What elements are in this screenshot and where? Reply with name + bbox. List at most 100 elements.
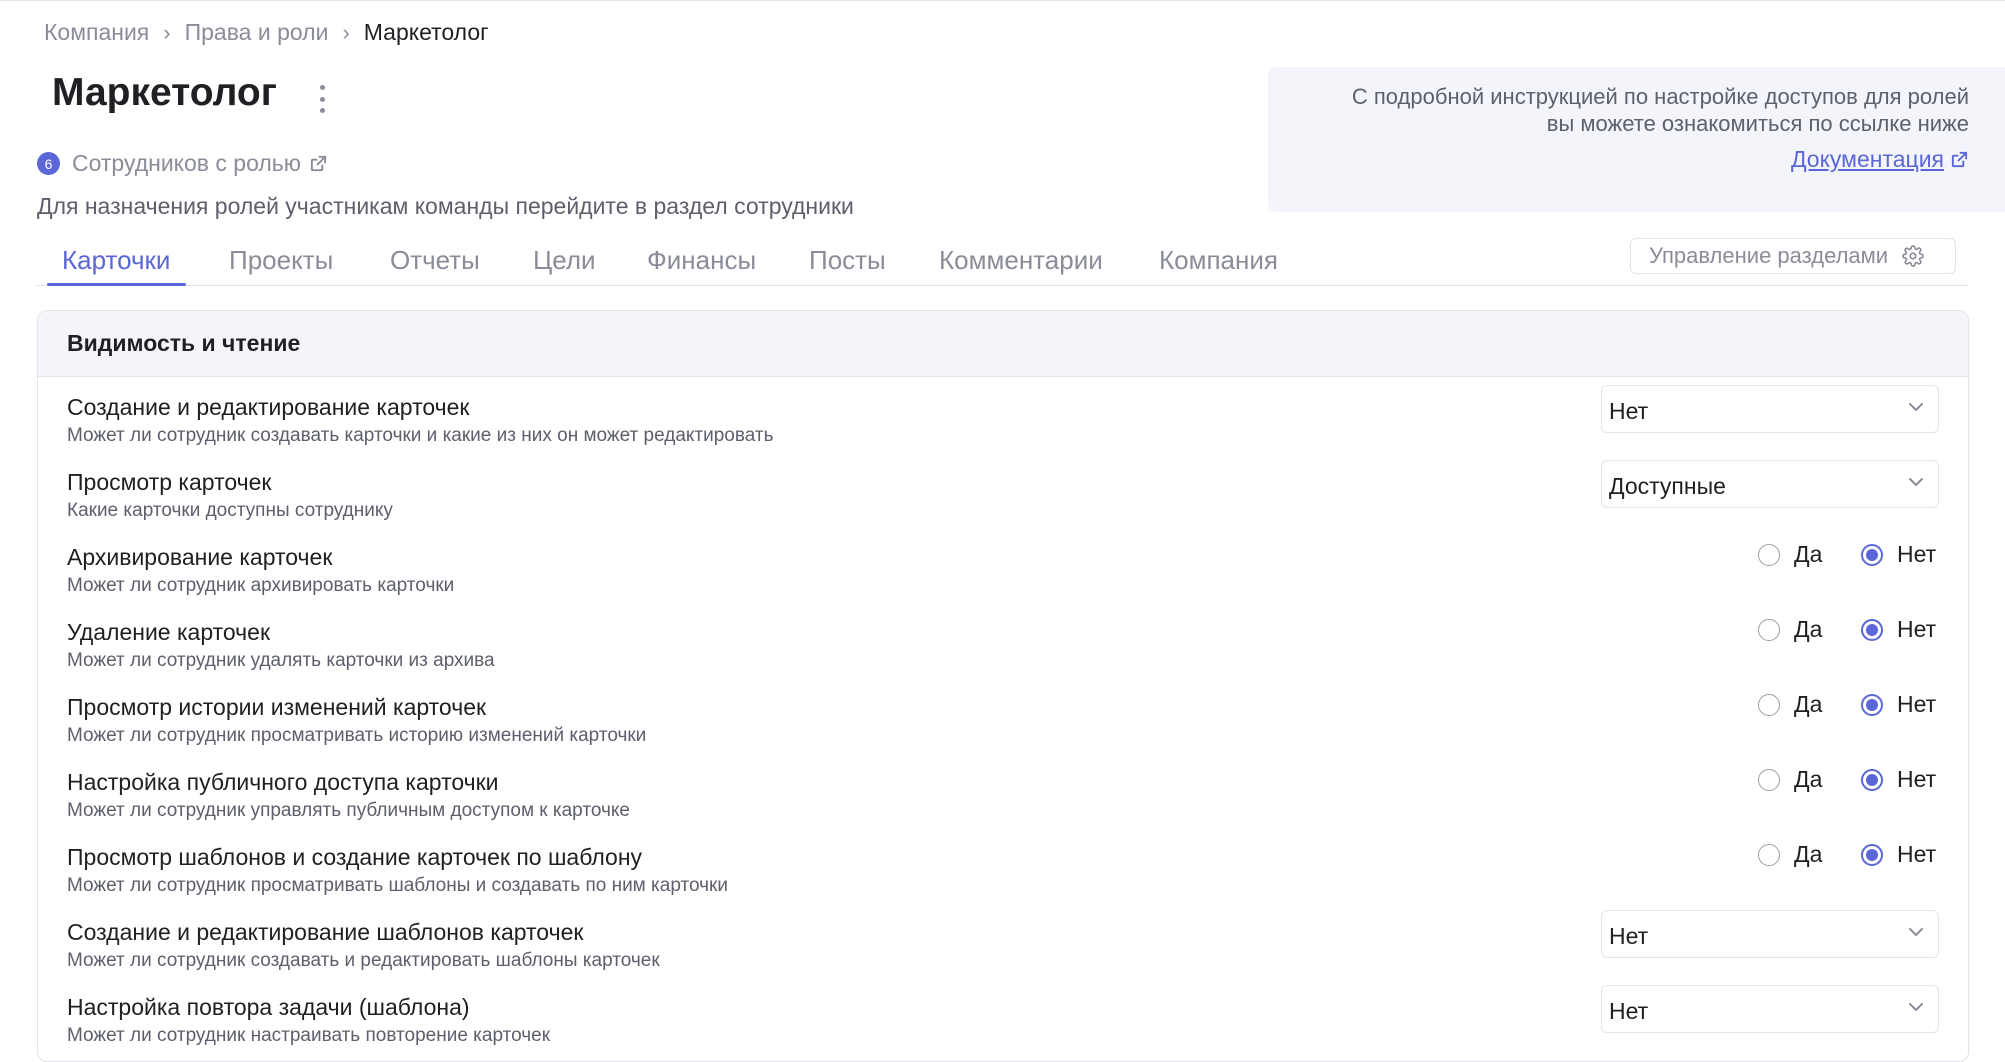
tab-finance[interactable]: Финансы — [647, 245, 756, 285]
setting-description: Может ли сотрудник управлять публичным д… — [67, 800, 630, 821]
radio-label: Нет — [1897, 841, 1937, 867]
radio-circle — [1758, 543, 1780, 566]
setting-title: Архивирование карточек — [67, 544, 333, 570]
radio-label: Нет — [1897, 616, 1937, 642]
setting-row-view-cards: Просмотр карточек Какие карточки доступн… — [38, 460, 1968, 544]
templates-edit-select[interactable]: Нет — [1601, 910, 1939, 958]
radio-no[interactable]: Нет — [1861, 766, 1936, 793]
radio-label: Да — [1794, 541, 1823, 567]
chevron-right-icon: › — [163, 19, 171, 45]
setting-description: Может ли сотрудник создавать карточки и … — [67, 425, 774, 446]
chevron-right-icon: › — [342, 19, 350, 45]
tab-comments[interactable]: Комментарии — [939, 245, 1103, 285]
radio-label: Да — [1794, 691, 1823, 717]
tab-cards[interactable]: Карточки — [62, 245, 170, 285]
setting-title: Удаление карточек — [67, 619, 271, 645]
radio-circle-checked — [1861, 618, 1883, 641]
radio-circle-checked — [1861, 693, 1883, 716]
radio-label: Нет — [1897, 766, 1937, 792]
chevron-down-icon — [1908, 477, 1924, 487]
task-repeat-select[interactable]: Нет — [1601, 985, 1939, 1033]
tab-projects[interactable]: Проекты — [229, 245, 333, 285]
radio-circle-checked — [1861, 543, 1883, 566]
active-tab-indicator — [47, 283, 186, 286]
documentation-info-text: С подробной инструкцией по настройке дос… — [1279, 83, 1969, 137]
setting-description: Может ли сотрудник настраивать повторени… — [67, 1025, 551, 1046]
documentation-link-label: Документация — [1790, 146, 1944, 172]
info-line-2: вы можете ознакомиться по ссылке ниже — [1546, 111, 1969, 136]
radio-label: Да — [1794, 841, 1823, 867]
setting-title: Настройка публичного доступа карточки — [67, 769, 499, 795]
setting-description: Может ли сотрудник удалять карточки из а… — [67, 650, 495, 671]
chevron-down-icon — [1908, 1002, 1924, 1012]
radio-yes[interactable]: Да — [1758, 766, 1822, 793]
setting-row-templates-edit: Создание и редактирование шаблонов карто… — [38, 910, 1968, 994]
archive-cards-radio-group: Да Нет — [1758, 541, 1968, 571]
select-value: Доступные — [1609, 473, 1726, 499]
tab-goals[interactable]: Цели — [533, 245, 596, 285]
radio-no[interactable]: Нет — [1861, 541, 1936, 568]
manage-sections-button[interactable]: Управление разделами — [1630, 238, 1956, 274]
radio-yes[interactable]: Да — [1758, 616, 1822, 643]
documentation-link[interactable]: Документация — [1791, 146, 1969, 173]
breadcrumb-item-company[interactable]: Компания — [44, 19, 149, 46]
tab-posts[interactable]: Посты — [809, 245, 886, 285]
documentation-info-box: С подробной инструкцией по настройке дос… — [1268, 67, 2005, 212]
breadcrumb-item-roles[interactable]: Права и роли — [185, 19, 329, 46]
radio-yes[interactable]: Да — [1758, 541, 1822, 568]
external-link-icon — [309, 154, 328, 173]
external-link-icon — [1950, 150, 1969, 169]
manage-sections-label: Управление разделами — [1649, 243, 1889, 268]
employees-count-badge: 6 — [37, 152, 60, 175]
chevron-down-icon — [1908, 927, 1924, 937]
setting-row-view-history: Просмотр истории изменений карточек Може… — [38, 691, 1968, 769]
setting-title: Создание и редактирование карточек — [67, 394, 470, 420]
role-assignment-hint: Для назначения ролей участникам команды … — [37, 193, 854, 219]
setting-description: Может ли сотрудник создавать и редактиро… — [67, 950, 660, 971]
radio-circle — [1758, 768, 1780, 791]
radio-no[interactable]: Нет — [1861, 616, 1936, 643]
radio-circle-checked — [1861, 768, 1883, 791]
setting-title: Просмотр истории изменений карточек — [67, 694, 487, 720]
setting-title: Создание и редактирование шаблонов карто… — [67, 919, 584, 945]
setting-row-task-repeat: Настройка повтора задачи (шаблона) Может… — [38, 985, 1968, 1061]
setting-row-templates-view: Просмотр шаблонов и создание карточек по… — [38, 841, 1968, 919]
radio-no[interactable]: Нет — [1861, 691, 1936, 718]
breadcrumb: Компания › Права и роли › Маркетолог — [44, 19, 489, 46]
setting-title: Настройка повтора задачи (шаблона) — [67, 994, 470, 1020]
gear-icon — [1902, 245, 1924, 267]
radio-label: Да — [1794, 766, 1823, 792]
select-value: Нет — [1609, 923, 1649, 949]
page-title: Маркетолог — [52, 71, 277, 114]
radio-label: Нет — [1897, 541, 1937, 567]
setting-row-delete-cards: Удаление карточек Может ли сотрудник уда… — [38, 616, 1968, 694]
templates-view-radio-group: Да Нет — [1758, 841, 1968, 871]
setting-title: Просмотр шаблонов и создание карточек по… — [67, 844, 643, 870]
info-line-1: С подробной инструкцией по настройке дос… — [1351, 84, 1969, 109]
create-edit-cards-select[interactable]: Нет — [1601, 385, 1939, 433]
view-history-radio-group: Да Нет — [1758, 691, 1968, 721]
setting-description: Какие карточки доступны сотруднику — [67, 500, 393, 521]
radio-no[interactable]: Нет — [1861, 841, 1936, 868]
radio-circle-checked — [1861, 843, 1883, 866]
panel-title: Видимость и чтение — [38, 311, 1968, 377]
visibility-settings-panel: Видимость и чтение Создание и редактиров… — [37, 310, 1969, 1062]
setting-row-public-access: Настройка публичного доступа карточки Мо… — [38, 766, 1968, 844]
view-cards-select[interactable]: Доступные — [1601, 460, 1939, 508]
delete-cards-radio-group: Да Нет — [1758, 616, 1968, 646]
employees-with-role-link[interactable]: 6 Сотрудников с ролью — [37, 150, 328, 177]
radio-circle — [1758, 693, 1780, 716]
setting-description: Может ли сотрудник просматривать историю… — [67, 725, 647, 746]
setting-description: Может ли сотрудник просматривать шаблоны… — [67, 875, 728, 896]
role-settings-page: Компания › Права и роли › Маркетолог Мар… — [0, 0, 2005, 1062]
radio-circle — [1758, 618, 1780, 641]
tab-reports[interactable]: Отчеты — [390, 245, 480, 285]
public-access-radio-group: Да Нет — [1758, 766, 1968, 796]
radio-yes[interactable]: Да — [1758, 691, 1822, 718]
radio-circle — [1758, 843, 1780, 866]
chevron-down-icon — [1908, 402, 1924, 412]
more-options-icon[interactable] — [316, 85, 328, 113]
breadcrumb-current: Маркетолог — [363, 19, 489, 45]
radio-yes[interactable]: Да — [1758, 841, 1822, 868]
tab-company[interactable]: Компания — [1159, 245, 1278, 285]
